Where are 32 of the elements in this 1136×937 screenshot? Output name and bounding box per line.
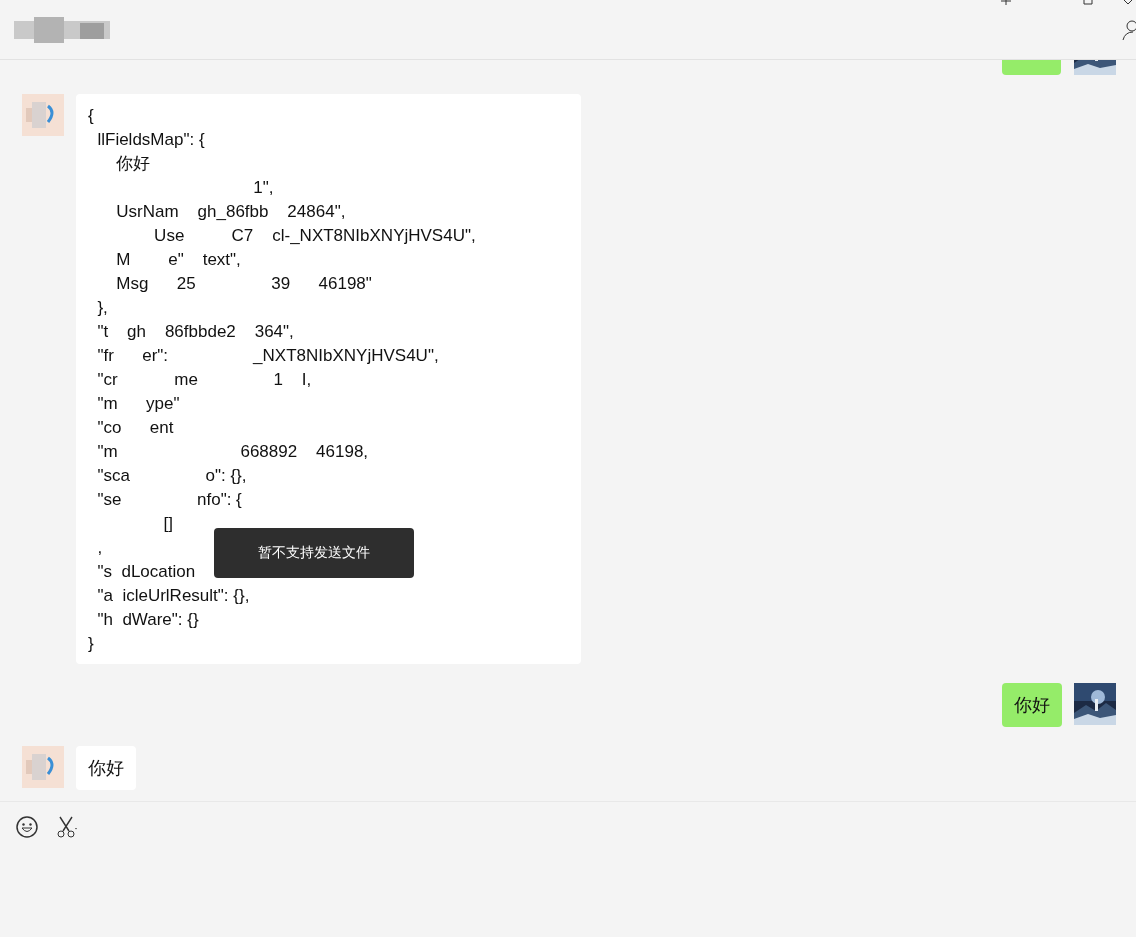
code-line: UsrNam gh_86fbb 24864",: [115, 201, 346, 223]
code-line: {: [88, 105, 94, 127]
code-line: []: [162, 513, 174, 535]
code-line: "m 668892 46198,: [96, 441, 369, 463]
message-bubble: 你好: [76, 746, 136, 790]
code-line: 1",: [252, 177, 274, 199]
code-line: Use C7 cl-_NXT8NIbXNYjHVS4U",: [153, 225, 476, 247]
emoji-icon[interactable]: [16, 816, 38, 838]
plus-icon[interactable]: [1000, 0, 1012, 6]
code-line: "a icleUrlResult": {},: [96, 585, 250, 607]
code-line: Msg 25 39 46198": [115, 273, 372, 295]
code-line: "fr er": _NXT8NIbXNYjHVS4U",: [96, 345, 439, 367]
code-line: "h dWare": {}: [96, 609, 199, 631]
toast: 暂不支持发送文件: [214, 528, 414, 578]
code-line: "cr me 1 I,: [96, 369, 312, 391]
maximize-icon[interactable]: [1083, 0, 1093, 5]
code-line: "s dLocation: [96, 561, 196, 583]
code-line: 你好: [115, 153, 151, 175]
message-bubble: 你好: [1002, 683, 1062, 727]
code-line: "m ype": [96, 393, 180, 415]
code-line: ,: [96, 537, 103, 559]
person-icon[interactable]: [1122, 19, 1136, 41]
code-line: },: [96, 297, 108, 319]
scissors-icon[interactable]: [56, 816, 78, 838]
code-line: "sca o": {},: [96, 465, 247, 487]
code-line: }: [88, 633, 94, 655]
code-line: "co ent: [96, 417, 174, 439]
code-line: "t gh 86fbbde2 364",: [96, 321, 294, 343]
code-line: llFieldsMap": {: [96, 129, 205, 151]
code-line: "se nfo": {: [96, 489, 242, 511]
close-icon[interactable]: [1124, 0, 1132, 5]
code-line: M e" text",: [115, 249, 241, 271]
